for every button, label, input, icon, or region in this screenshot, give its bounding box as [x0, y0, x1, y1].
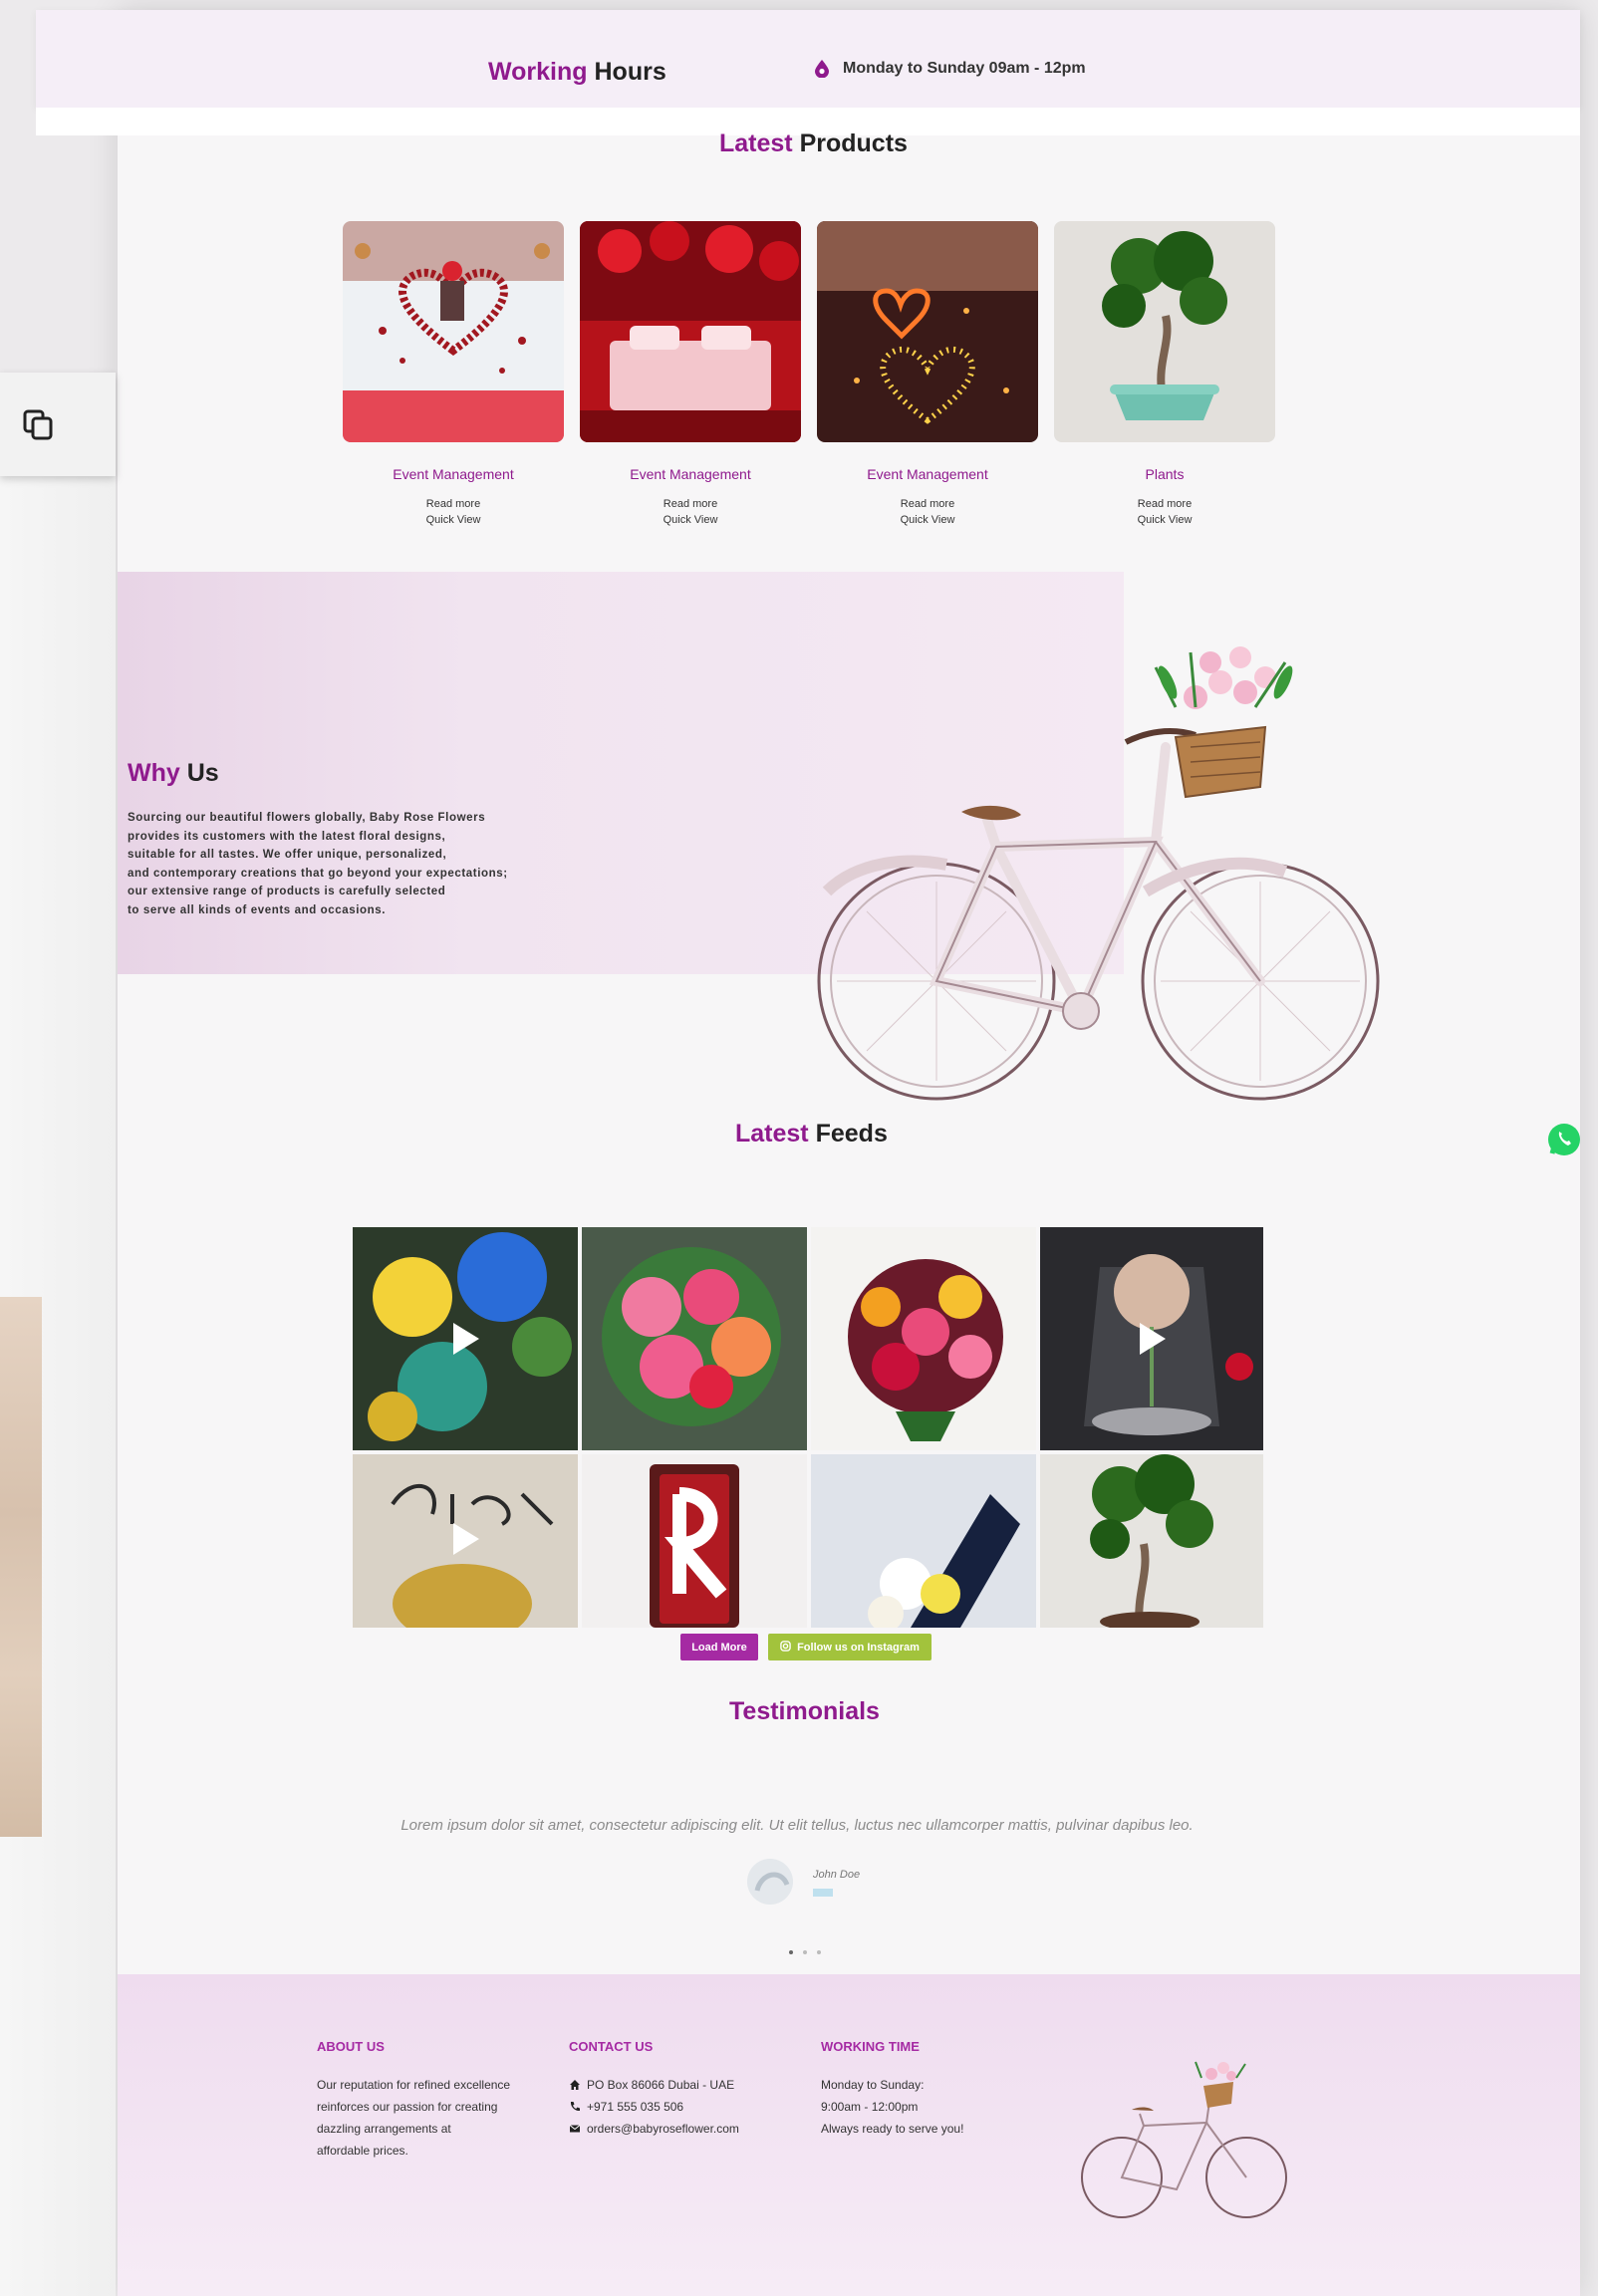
- why-rest: Us: [186, 759, 219, 787]
- product-card[interactable]: Plants Read more Quick View: [1054, 221, 1275, 526]
- feed-item[interactable]: [811, 1227, 1036, 1450]
- product-image[interactable]: [580, 221, 801, 442]
- why-accent: Why: [128, 759, 180, 787]
- why-line: Sourcing our beautiful flowers globally,…: [128, 812, 486, 824]
- quick-view-link[interactable]: Quick View: [1054, 514, 1275, 526]
- phone-icon: [570, 2102, 580, 2112]
- read-more-link[interactable]: Read more: [817, 498, 1038, 510]
- carousel-dot[interactable]: [803, 1950, 807, 1954]
- footer-contact-heading: CONTACT US: [569, 2039, 654, 2054]
- about-line: Our reputation for refined excellence: [317, 2078, 511, 2092]
- feed-item[interactable]: [1040, 1227, 1263, 1450]
- feed-item[interactable]: [582, 1454, 807, 1628]
- copy-panel[interactable]: [0, 373, 116, 476]
- testimonials-title: Testimonials: [729, 1697, 880, 1725]
- follow-instagram-button[interactable]: Follow us on Instagram: [768, 1634, 932, 1660]
- working-hours-info: Monday to Sunday 09am - 12pm: [815, 60, 1086, 78]
- footer-contact-text: PO Box 86066 Dubai - UAE +971 555 035 50…: [569, 2074, 739, 2140]
- footer-about-text: Our reputation for refined excellence re…: [317, 2074, 510, 2162]
- hours-word: Hours: [594, 58, 666, 86]
- product-image[interactable]: [1054, 221, 1275, 442]
- why-line: to serve all kinds of events and occasio…: [128, 903, 387, 916]
- read-more-link[interactable]: Read more: [1054, 498, 1275, 510]
- home-icon: [570, 2080, 580, 2090]
- contact-phone[interactable]: +971 555 035 506: [587, 2096, 683, 2118]
- footer-working-text: Monday to Sunday: 9:00am - 12:00pm Alway…: [821, 2074, 963, 2140]
- about-line: reinforces our passion for creating: [317, 2100, 498, 2114]
- feed-item[interactable]: [582, 1227, 807, 1450]
- read-more-link[interactable]: Read more: [343, 498, 564, 510]
- working-hours-title: Working Hours: [488, 58, 666, 87]
- play-icon[interactable]: [445, 1319, 485, 1359]
- instagram-feed-grid: [353, 1227, 1263, 1628]
- contact-phone-row[interactable]: +971 555 035 506: [569, 2096, 739, 2118]
- feed-item[interactable]: [1040, 1454, 1263, 1628]
- quick-view-link[interactable]: Quick View: [580, 514, 801, 526]
- why-us-text: Sourcing our beautiful flowers globally,…: [128, 809, 556, 919]
- follow-instagram-label: Follow us on Instagram: [797, 1642, 920, 1654]
- schedule-text: Monday to Sunday 09am - 12pm: [843, 60, 1086, 77]
- about-line: dazzling arrangements at: [317, 2122, 451, 2136]
- why-line: and contemporary creations that go beyon…: [128, 867, 508, 880]
- why-us-title: Why Us: [128, 759, 219, 788]
- product-card[interactable]: Event Management Read more Quick View: [817, 221, 1038, 526]
- quick-view-link[interactable]: Quick View: [343, 514, 564, 526]
- product-image[interactable]: [343, 221, 564, 442]
- bicycle-illustration: [817, 646, 1380, 1101]
- avatar: [747, 1859, 793, 1905]
- contact-email[interactable]: orders@babyroseflower.com: [587, 2118, 739, 2140]
- water-drop-icon: [815, 60, 829, 78]
- quick-view-link[interactable]: Quick View: [817, 514, 1038, 526]
- play-icon[interactable]: [445, 1519, 485, 1559]
- envelope-icon: [569, 2125, 581, 2133]
- about-line: affordable prices.: [317, 2144, 408, 2158]
- product-card[interactable]: Event Management Read more Quick View: [580, 221, 801, 526]
- testimonial-role-badge: [813, 1889, 833, 1897]
- working-hours-bar: [36, 10, 1580, 108]
- carousel-dot[interactable]: [817, 1950, 821, 1954]
- footer-working-heading: WORKING TIME: [821, 2039, 920, 2054]
- contact-address-row: PO Box 86066 Dubai - UAE: [569, 2074, 739, 2096]
- contact-email-row[interactable]: orders@babyroseflower.com: [569, 2118, 739, 2140]
- contact-address: PO Box 86066 Dubai - UAE: [587, 2078, 735, 2092]
- latest-products-rest: Products: [799, 129, 908, 157]
- testimonial-quote: Lorem ipsum dolor sit amet, consectetur …: [400, 1817, 1194, 1834]
- load-more-button[interactable]: Load More: [680, 1634, 758, 1660]
- product-category-link[interactable]: Event Management: [817, 466, 1038, 482]
- product-category-link[interactable]: Event Management: [580, 466, 801, 482]
- copy-icon[interactable]: [22, 408, 56, 442]
- testimonial-author: John Doe: [813, 1869, 861, 1881]
- latest-products-accent: Latest: [719, 129, 793, 157]
- read-more-link[interactable]: Read more: [580, 498, 801, 510]
- whatsapp-icon[interactable]: [1546, 1122, 1582, 1157]
- product-card[interactable]: Event Management Read more Quick View: [343, 221, 564, 526]
- product-category-link[interactable]: Event Management: [343, 466, 564, 482]
- latest-products-title: Latest Products: [719, 129, 908, 158]
- product-image[interactable]: [817, 221, 1038, 442]
- working-line: Always ready to serve you!: [821, 2122, 964, 2136]
- latest-feeds-rest: Feeds: [815, 1120, 888, 1148]
- why-line: suitable for all tastes. We offer unique…: [128, 849, 447, 861]
- wood-background-strip: [0, 1297, 42, 1837]
- instagram-icon: [780, 1641, 791, 1652]
- product-category-link[interactable]: Plants: [1054, 466, 1275, 482]
- feed-item[interactable]: [353, 1454, 578, 1628]
- play-icon[interactable]: [1132, 1319, 1172, 1359]
- working-word: Working: [488, 58, 588, 86]
- latest-feeds-title: Latest Feeds: [735, 1120, 888, 1148]
- footer-bicycle-illustration: [1081, 2061, 1287, 2218]
- why-line: our extensive range of products is caref…: [128, 886, 446, 897]
- feed-item[interactable]: [353, 1227, 578, 1450]
- working-line: 9:00am - 12:00pm: [821, 2100, 919, 2114]
- working-line: Monday to Sunday:: [821, 2078, 925, 2092]
- latest-feeds-accent: Latest: [735, 1120, 809, 1148]
- carousel-dot-active[interactable]: [789, 1950, 793, 1954]
- why-line: provides its customers with the latest f…: [128, 830, 446, 843]
- feed-item[interactable]: [811, 1454, 1036, 1628]
- footer-about-heading: ABOUT US: [317, 2039, 385, 2054]
